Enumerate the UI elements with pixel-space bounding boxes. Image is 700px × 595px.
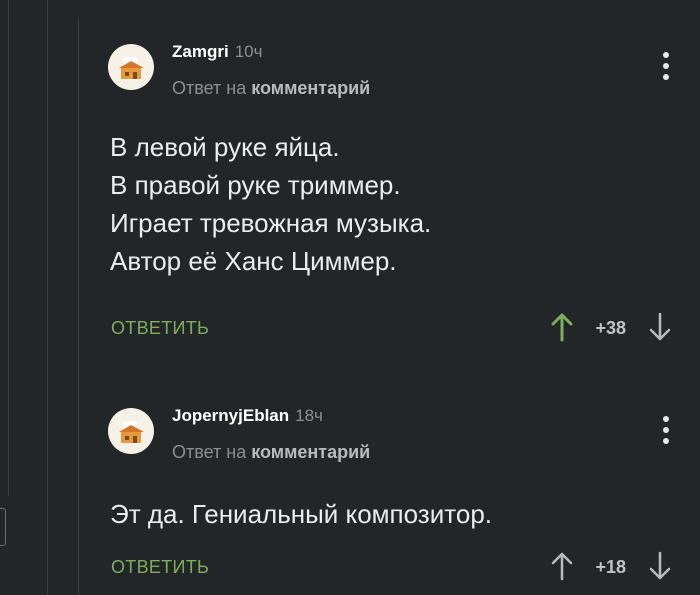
comment-text: В левой руке яйца. В правой руке триммер… bbox=[110, 128, 431, 280]
comment-menu-button[interactable] bbox=[662, 416, 670, 444]
comment-line: Автор её Ханс Циммер. bbox=[110, 246, 397, 276]
comment-line: Эт да. Гениальный композитор. bbox=[110, 499, 493, 529]
thread-line bbox=[8, 0, 9, 496]
comment-menu-button[interactable] bbox=[662, 52, 670, 80]
comment-timestamp: 10ч bbox=[234, 42, 263, 61]
vote-score: +38 bbox=[595, 318, 626, 338]
downvote-arrow-icon[interactable] bbox=[648, 312, 672, 342]
house-avatar-icon bbox=[119, 57, 144, 79]
comment-line: Играет тревожная музыка. bbox=[110, 208, 432, 238]
avatar[interactable] bbox=[108, 44, 154, 90]
collapse-thread-toggle[interactable] bbox=[0, 508, 6, 546]
downvote-arrow-icon[interactable] bbox=[648, 551, 672, 581]
comment-timestamp: 18ч bbox=[295, 406, 323, 425]
comment-actions: ОТВЕТИТЬ +18 bbox=[108, 547, 700, 583]
dot-icon bbox=[663, 74, 669, 80]
avatar[interactable] bbox=[108, 408, 154, 454]
dot-icon bbox=[663, 416, 669, 422]
dot-icon bbox=[663, 427, 669, 433]
reply-to-link[interactable]: комментарий bbox=[251, 78, 370, 98]
dot-icon bbox=[663, 438, 669, 444]
reply-button[interactable]: ОТВЕТИТЬ bbox=[111, 557, 209, 578]
vote-score: +18 bbox=[595, 557, 626, 577]
dot-icon bbox=[663, 52, 669, 58]
reply-button[interactable]: ОТВЕТИТЬ bbox=[111, 318, 209, 339]
comment-line: В правой руке триммер. bbox=[110, 170, 401, 200]
reply-to-info: Ответ на комментарий bbox=[172, 442, 371, 462]
comment-actions: ОТВЕТИТЬ +38 bbox=[108, 308, 700, 344]
upvote-arrow-icon[interactable] bbox=[550, 551, 574, 581]
house-avatar-icon bbox=[119, 421, 144, 443]
dot-icon bbox=[663, 63, 669, 69]
comment-line: В левой руке яйца. bbox=[110, 132, 340, 162]
comment-author[interactable]: Zamgri 10ч bbox=[172, 42, 262, 62]
thread-line bbox=[47, 0, 48, 595]
thread-line bbox=[78, 18, 79, 595]
reply-to-link[interactable]: комментарий bbox=[251, 442, 370, 462]
upvote-arrow-icon[interactable] bbox=[550, 312, 574, 342]
comment-text: Эт да. Гениальный композитор. bbox=[110, 495, 492, 533]
reply-to-info: Ответ на комментарий bbox=[172, 78, 371, 98]
comment-author[interactable]: JopernyjEblan 18ч bbox=[172, 406, 323, 426]
